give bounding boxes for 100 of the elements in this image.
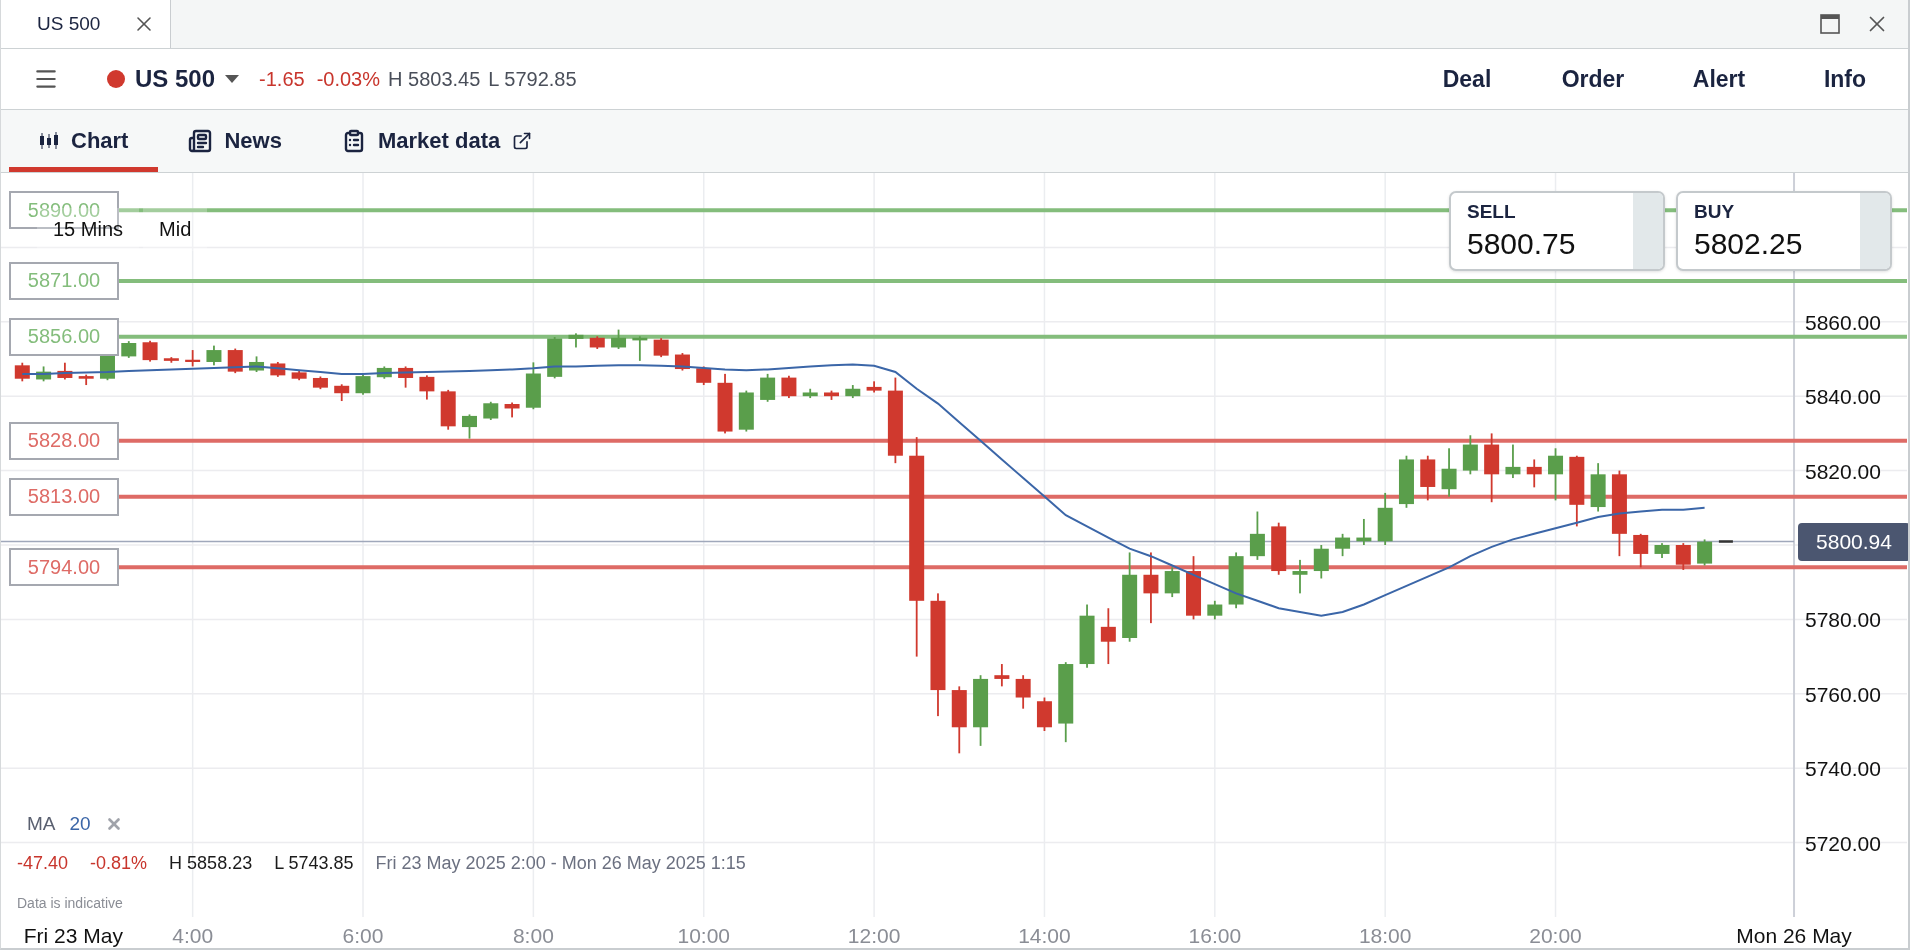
action-button[interactable]: Info: [1782, 65, 1908, 93]
period-low: L 5743.85: [274, 853, 354, 874]
axis-label: 18:00: [1358, 924, 1412, 947]
view-tab[interactable]: News: [158, 110, 312, 172]
candlestick: [951, 686, 967, 754]
axis-label: 20:00: [1529, 924, 1582, 947]
sell-button[interactable]: SELL 5800.75: [1449, 191, 1665, 271]
axis-label: 5820.00: [1805, 459, 1881, 483]
candlestick: [866, 381, 882, 393]
candlestick: [1484, 433, 1500, 503]
candlestick: [1249, 511, 1265, 560]
action-button[interactable]: Alert: [1656, 65, 1782, 93]
period-percent-change: -0.81%: [90, 853, 148, 874]
axis-label: 10:00: [677, 924, 730, 947]
candlestick: [1015, 675, 1031, 709]
candlestick: [1164, 567, 1180, 598]
candlestick: [1377, 492, 1393, 545]
candlestick: [696, 366, 712, 386]
candlestick: [1420, 455, 1436, 501]
candlestick: [504, 402, 520, 418]
candlestick: [1654, 543, 1670, 558]
last-price-marker: [1718, 540, 1733, 543]
candlestick: [1079, 604, 1095, 668]
candlestick: [462, 414, 477, 439]
candlestick: [738, 390, 754, 432]
candlestick: [611, 329, 627, 349]
candlestick: [163, 357, 179, 363]
disclaimer-text: Data is indicative: [17, 895, 123, 911]
axis-label: Mon 26 May: [1736, 924, 1852, 947]
candlestick: [653, 338, 669, 358]
candlestick: [1207, 600, 1223, 620]
axis-label: 5720.00: [1805, 831, 1881, 855]
candlestick: [227, 348, 243, 374]
instrument-name[interactable]: US 500: [135, 65, 216, 93]
candlestick: [1526, 459, 1542, 488]
period-high: H 5858.23: [169, 853, 253, 874]
candlestick: [802, 388, 818, 399]
candlestick: [376, 366, 392, 379]
candlestick: [312, 376, 328, 390]
candlestick: [1697, 539, 1713, 566]
axis-label: 14:00: [1018, 924, 1071, 947]
candlestick: [1100, 608, 1116, 665]
candlestick: [142, 340, 158, 362]
candlestick: [1462, 435, 1478, 475]
indicator-name: MA: [27, 813, 56, 835]
caret-icon[interactable]: [225, 74, 240, 84]
candlestick: [398, 366, 414, 388]
candlestick: [1271, 522, 1287, 575]
axis-label: 5860.00: [1805, 310, 1881, 334]
candlestick: [1036, 697, 1052, 731]
candlestick: [994, 664, 1010, 687]
status-dot: [107, 70, 125, 88]
candlestick: [1143, 552, 1159, 624]
percent-change: -0.03%: [316, 67, 381, 91]
candlestick: [440, 389, 456, 430]
axis-label: 4:00: [172, 924, 214, 947]
candlestick: [1590, 463, 1606, 512]
axis-label: 12:00: [847, 924, 901, 947]
buy-button[interactable]: BUY 5802.25: [1676, 191, 1892, 271]
view-tab[interactable]: Market data: [311, 110, 563, 172]
candlestick: [824, 390, 839, 400]
candlestick-icon: [39, 131, 59, 151]
price-type-menu[interactable]: Mid: [143, 208, 208, 251]
axis-label: 8:00: [512, 924, 554, 947]
newspaper-icon: [188, 129, 213, 153]
candlestick: [845, 385, 861, 399]
candlestick: [1398, 455, 1414, 508]
action-button[interactable]: Deal: [1404, 65, 1530, 93]
candlestick: [78, 374, 94, 386]
candlestick: [1569, 455, 1585, 527]
candlestick: [14, 362, 30, 382]
candlestick: [1675, 543, 1691, 570]
axis-label: 16:00: [1188, 924, 1242, 947]
candlestick: [1313, 545, 1329, 579]
axis-label: 5780.00: [1805, 608, 1881, 632]
candlestick: [334, 384, 350, 402]
candlestick: [36, 366, 52, 382]
candlestick: [547, 337, 563, 379]
candlestick: [121, 341, 137, 358]
maximize-icon[interactable]: [1820, 14, 1840, 34]
candlestick: [568, 333, 584, 348]
candlestick: [270, 362, 286, 377]
axis-label: Fri 23 May: [23, 924, 123, 947]
current-price-badge: 5800.94: [1798, 522, 1908, 561]
candlestick: [1186, 556, 1201, 620]
candlestick: [760, 373, 776, 402]
axis-label: 5760.00: [1805, 682, 1881, 706]
candlestick: [1441, 448, 1457, 497]
candlestick: [1633, 533, 1649, 568]
candlestick: [355, 374, 371, 395]
axis-label: 5740.00: [1805, 757, 1881, 781]
candlestick: [973, 675, 989, 746]
candlestick: [185, 350, 201, 367]
window-tab-title[interactable]: US 500: [37, 13, 101, 35]
indicator-period[interactable]: 20: [69, 813, 91, 835]
high-price: H 5803.45: [388, 67, 481, 91]
candlestick: [781, 375, 797, 399]
candlestick: [589, 336, 605, 349]
action-button[interactable]: Order: [1530, 65, 1656, 93]
date-range: Fri 23 May 2025 2:00 - Mon 26 May 2025 1:15: [375, 853, 746, 874]
